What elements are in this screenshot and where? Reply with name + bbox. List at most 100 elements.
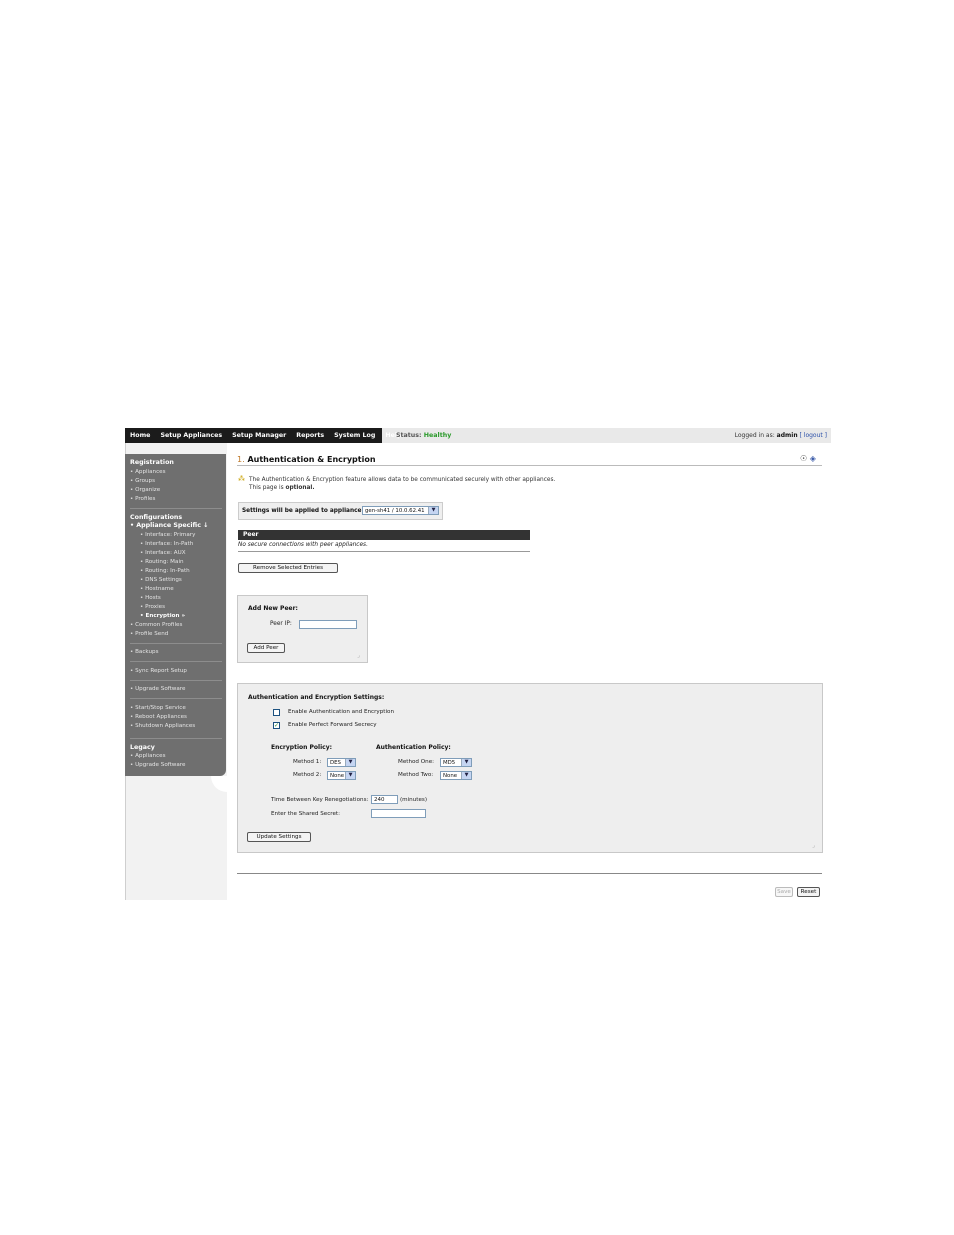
enable-auth-checkbox[interactable] xyxy=(273,709,280,716)
sidebar-item-shutdown-appliances[interactable]: • Shutdown Appliances xyxy=(130,723,195,729)
sidebar-item-legacy-upgrade-software[interactable]: • Upgrade Software xyxy=(130,762,185,768)
shared-secret-input[interactable] xyxy=(371,809,426,818)
pfs-checkbox[interactable]: ✓ xyxy=(273,722,280,729)
method2-label: Method 2: xyxy=(293,772,322,778)
reset-button[interactable]: Reset xyxy=(797,887,820,897)
update-settings-button[interactable]: Update Settings xyxy=(247,832,311,842)
sidebar-item-appliances[interactable]: • Appliances xyxy=(130,469,166,475)
sidebar-heading-registration: Registration xyxy=(130,459,174,466)
appliance-selector-box: Settings will be applied to appliance: g… xyxy=(238,502,443,520)
title-divider xyxy=(237,465,822,466)
sidebar-item-legacy-appliances[interactable]: • Appliances xyxy=(130,753,166,759)
sidebar-divider xyxy=(130,661,222,662)
resize-grip-icon: ⌟ xyxy=(812,842,815,849)
encryption-policy-title: Encryption Policy: xyxy=(271,744,332,751)
sidebar-item-upgrade-software[interactable]: • Upgrade Software xyxy=(130,686,185,692)
sidebar-item-dns-settings[interactable]: • DNS Settings xyxy=(140,577,182,583)
page-title: 1. Authentication & Encryption xyxy=(237,455,376,464)
method-two-select[interactable]: None ▼ xyxy=(440,771,472,780)
sidebar-item-common-profiles[interactable]: • Common Profiles xyxy=(130,622,182,628)
username: admin xyxy=(776,432,798,439)
sidebar-divider xyxy=(130,698,222,699)
peer-ip-label: Peer IP: xyxy=(270,621,292,627)
nav-system-log[interactable]: System Log xyxy=(329,428,380,443)
sidebar-item-encryption[interactable]: • Encryption » xyxy=(140,613,185,619)
nav-setup-manager[interactable]: Setup Manager xyxy=(227,428,291,443)
chevron-down-icon: ▼ xyxy=(345,772,355,779)
expand-arrow-icon: ↓ xyxy=(203,522,209,529)
intro-line-2: This page is optional. xyxy=(249,485,315,491)
sidebar-item-routing-inpath[interactable]: • Routing: In-Path xyxy=(140,568,190,574)
sidebar-item-reboot-appliances[interactable]: • Reboot Appliances xyxy=(130,714,187,720)
nav-setup-appliances[interactable]: Setup Appliances xyxy=(155,428,227,443)
chevron-down-icon: ▼ xyxy=(428,507,438,514)
print-icon[interactable]: ◈ xyxy=(810,454,816,463)
page-title-text: Authentication & Encryption xyxy=(247,455,376,464)
renegotiation-input[interactable]: 240 xyxy=(371,795,398,804)
sidebar-item-interface-aux[interactable]: • Interface: AUX xyxy=(140,550,186,556)
logged-in-label: Logged in as: xyxy=(734,432,775,439)
nav-reports[interactable]: Reports xyxy=(291,428,329,443)
appliance-select[interactable]: gen-sh41 / 10.0.62.41 ▼ xyxy=(362,506,439,515)
sidebar-item-appliance-specific[interactable]: • Appliance Specific ↓ xyxy=(130,522,208,529)
sidebar-item-routing-main[interactable]: • Routing: Main xyxy=(140,559,184,565)
main-nav: Home Setup Appliances Setup Manager Repo… xyxy=(125,428,402,443)
chevron-down-icon: ▼ xyxy=(345,759,355,766)
sidebar-item-sync-report-setup[interactable]: • Sync Report Setup xyxy=(130,668,187,674)
appliance-select-value: gen-sh41 / 10.0.62.41 xyxy=(365,508,425,514)
method-one-label: Method One: xyxy=(398,759,435,765)
appliance-selector-label: Settings will be applied to appliance: xyxy=(242,508,364,514)
method2-value: None xyxy=(330,773,345,779)
renegotiation-label: Time Between Key Renegotiations: xyxy=(271,797,369,803)
sidebar-item-interface-inpath[interactable]: • Interface: In-Path xyxy=(140,541,193,547)
sidebar-item-backups[interactable]: • Backups xyxy=(130,649,159,655)
method1-select[interactable]: DES ▼ xyxy=(327,758,356,767)
shared-secret-label: Enter the Shared Secret: xyxy=(271,811,340,817)
method-one-select[interactable]: MD5 ▼ xyxy=(440,758,472,767)
intro-line-1: The Authentication & Encryption feature … xyxy=(249,477,556,483)
peer-table-empty: No secure connections with peer applianc… xyxy=(238,542,368,548)
sidebar-item-hosts[interactable]: • Hosts xyxy=(140,595,161,601)
sidebar-item-profiles[interactable]: • Profiles xyxy=(130,496,155,502)
sidebar-item-hostname[interactable]: • Hostname xyxy=(140,586,174,592)
nav-home[interactable]: Home xyxy=(125,428,155,443)
peer-table-divider xyxy=(238,551,530,552)
sidebar-divider xyxy=(130,643,222,644)
add-peer-button[interactable]: Add Peer xyxy=(247,643,285,653)
sidebar-item-interface-primary[interactable]: • Interface: Primary xyxy=(140,532,195,538)
status-label: Status: xyxy=(396,432,422,439)
enable-auth-label: Enable Authentication and Encryption xyxy=(288,709,395,715)
pfs-label: Enable Perfect Forward Secrecy xyxy=(288,722,377,728)
logged-in-info: Logged in as: admin [ logout ] xyxy=(735,428,827,443)
sidebar-item-organize[interactable]: • Organize xyxy=(130,487,160,493)
check-icon: ✓ xyxy=(274,722,280,729)
method2-select[interactable]: None ▼ xyxy=(327,771,356,780)
sidebar-heading-legacy: Legacy xyxy=(130,744,155,751)
method1-value: DES xyxy=(330,760,341,766)
help-icon[interactable]: ☉ xyxy=(800,454,807,463)
sidebar-item-groups[interactable]: • Groups xyxy=(130,478,155,484)
peer-ip-input[interactable] xyxy=(299,620,357,629)
authentication-policy-title: Authentication Policy: xyxy=(376,744,451,751)
logout-link[interactable]: [ logout ] xyxy=(800,432,827,439)
sidebar-item-profile-send[interactable]: • Profile Send xyxy=(130,631,168,637)
sidebar-item-start-stop-service[interactable]: • Start/Stop Service xyxy=(130,705,186,711)
save-button[interactable]: Save xyxy=(775,887,793,897)
method-two-label: Method Two: xyxy=(398,772,434,778)
sidebar: Registration • Appliances • Groups • Org… xyxy=(125,454,226,776)
page-number: 1. xyxy=(237,455,245,464)
method-two-value: None xyxy=(443,773,458,779)
status-indicator: Status: Healthy xyxy=(396,428,451,443)
sidebar-item-proxies[interactable]: • Proxies xyxy=(140,604,165,610)
chevron-down-icon: ▼ xyxy=(461,772,471,779)
lightbulb-icon: ⁂ xyxy=(238,475,245,483)
sidebar-heading-configurations: Configurations xyxy=(130,514,183,521)
top-bar: Home Setup Appliances Setup Manager Repo… xyxy=(125,428,831,443)
remove-selected-entries-button[interactable]: Remove Selected Entries xyxy=(238,563,338,573)
auth-settings-panel: Authentication and Encryption Settings: … xyxy=(237,683,823,853)
page-tools: ☉ ◈ xyxy=(800,454,816,463)
method-one-value: MD5 xyxy=(443,760,456,766)
sidebar-divider xyxy=(130,508,222,509)
add-peer-title: Add New Peer: xyxy=(248,605,298,612)
chevron-down-icon: ▼ xyxy=(461,759,471,766)
